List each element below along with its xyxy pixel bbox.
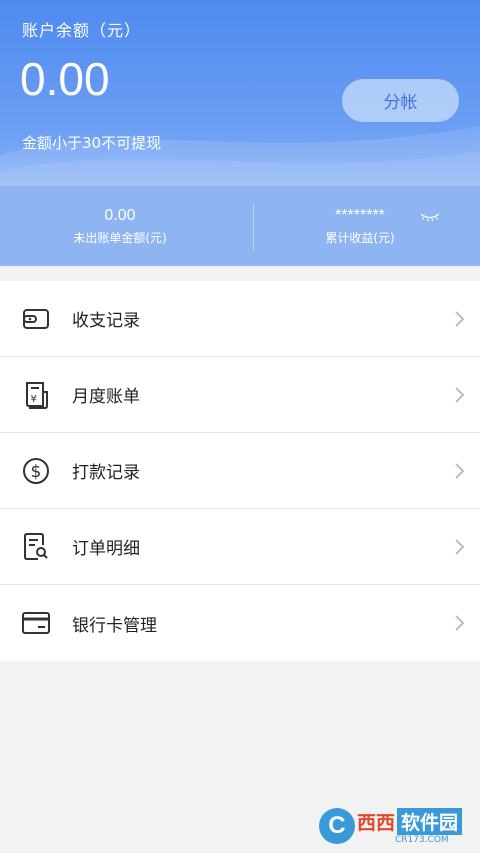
withdraw-hint: 金额小于30不可提现 [22, 134, 162, 152]
split-button[interactable]: 分帐 [342, 79, 459, 122]
stats-divider [253, 204, 254, 250]
eye-closed-icon[interactable] [420, 212, 440, 222]
menu-label: 订单明细 [72, 539, 140, 559]
balance-header: 账户余额（元） 0.00 金额小于30不可提现 分帐 [0, 0, 480, 186]
total-earnings-value: ******** [335, 206, 385, 224]
watermark-main: 西西 [356, 811, 395, 834]
wallet-icon [21, 304, 51, 334]
bill-icon: ¥ [21, 380, 51, 410]
menu-item-payment-record[interactable]: $ 打款记录 [0, 433, 480, 509]
menu-item-order-detail[interactable]: 订单明细 [0, 509, 480, 585]
chevron-right-icon [455, 386, 465, 403]
unbilled-value: 0.00 [104, 206, 136, 224]
balance-value: 0.00 [20, 53, 110, 105]
watermark-site: CR173.COM [394, 834, 449, 845]
menu-label: 银行卡管理 [72, 615, 157, 636]
bank-card-icon [21, 608, 51, 638]
total-earnings: ******** 累计收益(元) [240, 186, 480, 266]
unbilled-amount: 0.00 未出账单金额(元) [0, 186, 240, 266]
menu-label: 打款记录 [72, 463, 140, 483]
menu-item-income-expense[interactable]: 收支记录 [0, 281, 480, 357]
total-earnings-label: 累计收益(元) [325, 230, 395, 245]
svg-text:¥: ¥ [31, 394, 37, 405]
watermark-text: 西西 软件园 CR173.COM [355, 807, 462, 845]
balance-title: 账户余额（元） [22, 21, 142, 40]
watermark-letter: C [318, 808, 355, 844]
chevron-right-icon [455, 462, 465, 479]
chevron-right-icon [455, 538, 465, 555]
stats-bar: 0.00 未出账单金额(元) ******** 累计收益(元) [0, 186, 480, 266]
menu-label: 月度账单 [72, 387, 140, 407]
menu-item-bank-card[interactable]: 银行卡管理 [0, 585, 480, 661]
unbilled-label: 未出账单金额(元) [73, 230, 167, 245]
watermark-secondary: 软件园 [396, 807, 462, 835]
menu-list: 收支记录 ¥ 月度账单 $ 打款记录 订单明细 银行卡管理 [0, 281, 480, 661]
dollar-icon: $ [21, 456, 51, 486]
svg-text:$: $ [31, 462, 42, 482]
menu-item-monthly-bill[interactable]: ¥ 月度账单 [0, 357, 480, 433]
order-search-icon [21, 532, 51, 562]
watermark-logo: C 西西 软件园 CR173.COM [318, 807, 462, 845]
chevron-right-icon [455, 615, 465, 631]
menu-label: 收支记录 [72, 311, 140, 331]
chevron-right-icon [455, 310, 465, 327]
